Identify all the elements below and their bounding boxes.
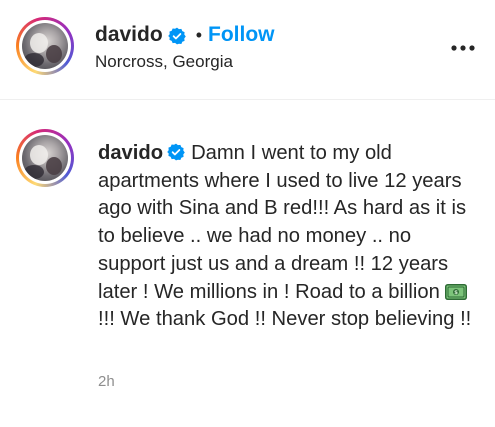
instagram-post-panel: davido • Follow Norcross, Georgia davido… [0,0,495,427]
verified-badge-icon [167,142,185,161]
avatar-photo [22,135,68,181]
dollar-bill-emoji-icon: $ [445,281,468,300]
header-username-link[interactable]: davido [95,23,163,47]
svg-text:$: $ [455,290,459,296]
location-link[interactable]: Norcross, Georgia [95,52,233,72]
caption-text-part2: !!! We thank God !! Never stop believing… [98,308,472,331]
header-name-row: davido • Follow [95,22,275,48]
follow-button[interactable]: Follow [208,23,275,47]
header-avatar[interactable] [16,17,74,75]
more-options-icon[interactable] [448,33,478,63]
caption-text-part1: Damn I went to my old apartments where I… [98,142,467,303]
post-header: davido • Follow Norcross, Georgia [0,0,495,100]
verified-badge-icon [167,27,186,45]
caption-username-link[interactable]: davido [98,142,163,164]
post-caption: davido Damn I went to my old apartments w… [98,140,474,334]
caption-avatar[interactable] [16,129,74,187]
separator-dot: • [195,24,202,45]
post-timestamp[interactable]: 2h [98,373,115,390]
avatar-photo [22,23,68,69]
